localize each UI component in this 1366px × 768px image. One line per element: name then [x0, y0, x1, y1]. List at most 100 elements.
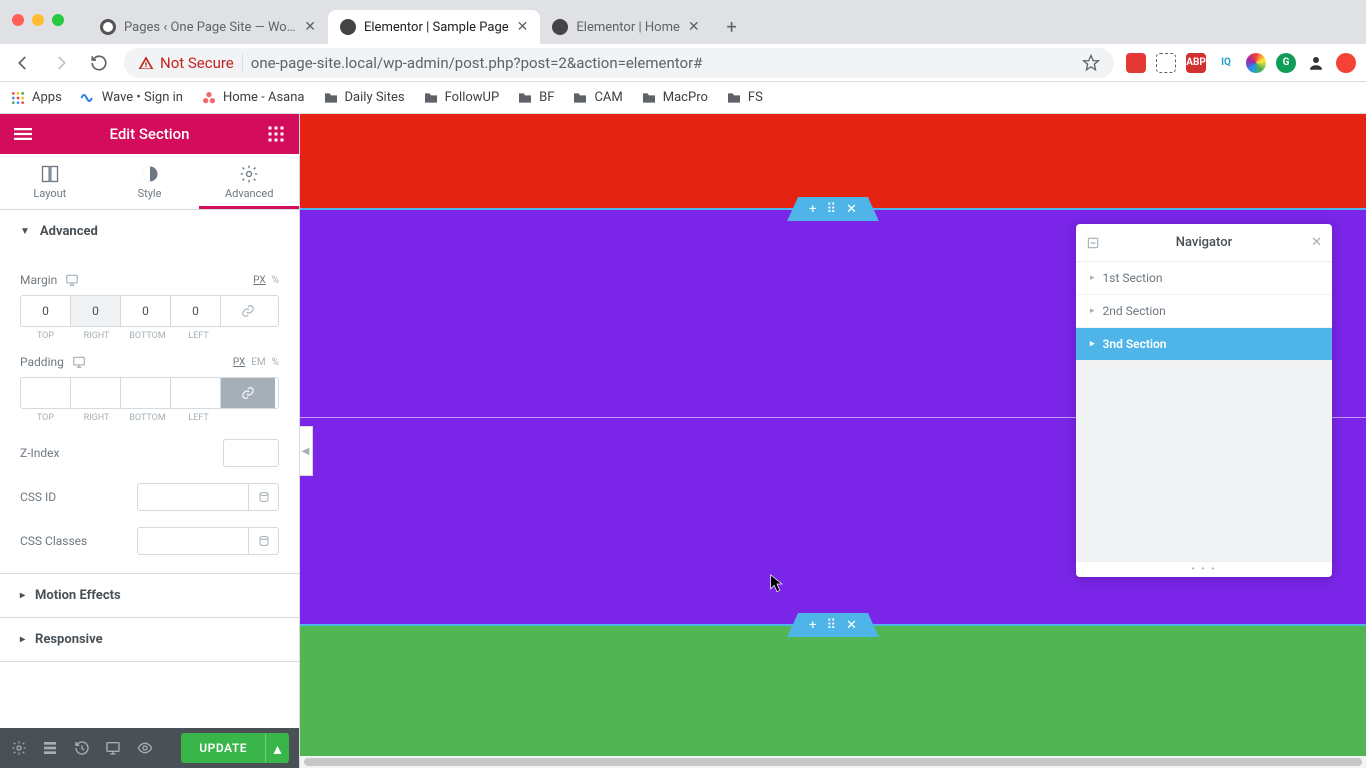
extension-icon[interactable]	[1336, 53, 1356, 73]
responsive-icon[interactable]	[65, 273, 79, 287]
update-button[interactable]: UPDATE	[181, 733, 265, 763]
navigator-button[interactable]	[41, 738, 58, 758]
bookmark-folder[interactable]: FollowUP	[423, 90, 500, 106]
margin-top-input[interactable]	[21, 296, 71, 326]
panel-collapse-toggle[interactable]: ◀	[300, 426, 313, 476]
editor-canvas[interactable]: + ⠿ ✕ + ⠿ ✕ ◀ Navigator ✕ ▸1st Section	[300, 114, 1366, 768]
navigator-item-active[interactable]: ▸3nd Section	[1076, 328, 1332, 361]
cssclasses-input[interactable]	[137, 527, 249, 555]
update-options-button[interactable]: ▴	[265, 733, 289, 763]
section-3[interactable]	[300, 626, 1366, 768]
address-bar[interactable]: Not Secure one-page-site.local/wp-admin/…	[124, 48, 1114, 78]
add-section-icon[interactable]: +	[809, 202, 816, 217]
extension-icon[interactable]: IQ	[1216, 53, 1236, 73]
security-indicator[interactable]: Not Secure	[138, 54, 234, 72]
window-maximize-button[interactable]	[52, 14, 64, 26]
tab-close-icon[interactable]: ✕	[517, 20, 529, 34]
extension-icon[interactable]	[1246, 53, 1266, 73]
caret-right-icon: ▸	[20, 634, 25, 645]
dynamic-button[interactable]	[249, 527, 279, 555]
unit-percent[interactable]: %	[272, 357, 279, 368]
widgets-button[interactable]	[265, 123, 287, 145]
extension-icon[interactable]	[1156, 53, 1176, 73]
padding-right-input[interactable]	[71, 378, 121, 408]
bookmark-star-icon[interactable]	[1082, 54, 1100, 72]
dynamic-button[interactable]	[249, 483, 279, 511]
drag-handle-icon[interactable]: ⠿	[826, 202, 836, 217]
apps-button[interactable]: Apps	[10, 90, 62, 106]
link-values-button[interactable]	[221, 378, 275, 408]
margin-right-input[interactable]	[71, 296, 121, 326]
browser-tab-active[interactable]: Elementor | Sample Page ✕	[328, 10, 540, 44]
unit-px[interactable]: PX	[253, 275, 265, 286]
navigator-panel[interactable]: Navigator ✕ ▸1st Section ▸2nd Section ▸3…	[1076, 224, 1332, 577]
preview-button[interactable]	[136, 738, 153, 758]
bookmark-item[interactable]: Wave • Sign in	[80, 90, 183, 106]
history-button[interactable]	[73, 738, 90, 758]
settings-button[interactable]	[10, 738, 27, 758]
margin-bottom-input[interactable]	[121, 296, 171, 326]
back-button[interactable]	[10, 50, 36, 76]
browser-tab[interactable]: Elementor | Home ✕	[540, 10, 711, 44]
remove-section-icon[interactable]: ✕	[846, 618, 857, 633]
bookmark-folder[interactable]: CAM	[572, 90, 622, 106]
collapse-all-icon[interactable]	[1086, 236, 1100, 250]
margin-left-input[interactable]	[171, 296, 221, 326]
responsive-mode-button[interactable]	[104, 738, 121, 758]
link-values-button[interactable]	[221, 296, 275, 326]
cssid-input[interactable]	[137, 483, 249, 511]
close-icon[interactable]: ✕	[1311, 235, 1322, 250]
extension-icon[interactable]	[1126, 53, 1146, 73]
browser-tab[interactable]: Pages ‹ One Page Site — Word ✕	[88, 10, 328, 44]
tab-style[interactable]: Style	[100, 154, 200, 209]
navigator-header[interactable]: Navigator ✕	[1076, 224, 1332, 262]
accordion-motion: ▸ Motion Effects	[0, 574, 299, 618]
accordion-header[interactable]: ▸ Motion Effects	[0, 574, 299, 617]
navigator-resize-handle[interactable]: • • •	[1076, 561, 1332, 577]
scrollbar-thumb[interactable]	[304, 758, 1362, 766]
drag-handle-icon[interactable]: ⠿	[826, 618, 836, 633]
padding-bottom-input[interactable]	[121, 378, 171, 408]
unit-px[interactable]: PX	[233, 357, 245, 368]
accordion-body: Margin PX %	[0, 253, 299, 573]
control-label: Z-Index	[20, 446, 59, 460]
reload-button[interactable]	[86, 50, 112, 76]
avatar-icon[interactable]	[1306, 53, 1326, 73]
bookmark-folder[interactable]: Daily Sites	[323, 90, 405, 106]
sublabel: LEFT	[173, 331, 224, 341]
section-handle-top: + ⠿ ✕	[787, 197, 879, 221]
tab-title: Elementor | Sample Page	[364, 20, 509, 35]
unit-percent[interactable]: %	[272, 275, 279, 286]
remove-section-icon[interactable]: ✕	[846, 202, 857, 217]
padding-top-input[interactable]	[21, 378, 71, 408]
bookmark-item[interactable]: Home - Asana	[201, 90, 305, 106]
bookmark-folder[interactable]: MacPro	[641, 90, 708, 106]
forward-button[interactable]	[48, 50, 74, 76]
extension-icon[interactable]: G	[1276, 53, 1296, 73]
adblock-icon[interactable]: ABP	[1186, 53, 1206, 73]
navigator-item[interactable]: ▸2nd Section	[1076, 295, 1332, 328]
accordion-header[interactable]: ▼ Advanced	[0, 210, 299, 253]
tab-advanced[interactable]: Advanced	[199, 154, 299, 209]
responsive-icon[interactable]	[72, 355, 86, 369]
bookmark-folder[interactable]: BF	[517, 90, 554, 106]
sublabel: BOTTOM	[122, 331, 173, 341]
accordion-title: Responsive	[35, 632, 103, 647]
unit-em[interactable]: EM	[251, 357, 265, 368]
navigator-item[interactable]: ▸1st Section	[1076, 262, 1332, 295]
caret-right-icon: ▸	[20, 590, 25, 601]
tab-layout[interactable]: Layout	[0, 154, 100, 209]
section-1[interactable]	[300, 114, 1366, 208]
tab-close-icon[interactable]: ✕	[688, 20, 700, 34]
window-close-button[interactable]	[12, 14, 24, 26]
menu-button[interactable]	[12, 123, 34, 145]
add-section-icon[interactable]: +	[809, 618, 816, 633]
zindex-input[interactable]	[223, 439, 279, 467]
horizontal-scrollbar[interactable]	[300, 756, 1366, 768]
window-minimize-button[interactable]	[32, 14, 44, 26]
tab-close-icon[interactable]: ✕	[304, 20, 316, 34]
padding-left-input[interactable]	[171, 378, 221, 408]
accordion-header[interactable]: ▸ Responsive	[0, 618, 299, 661]
new-tab-button[interactable]: +	[718, 13, 746, 41]
bookmark-folder[interactable]: FS	[726, 90, 763, 106]
